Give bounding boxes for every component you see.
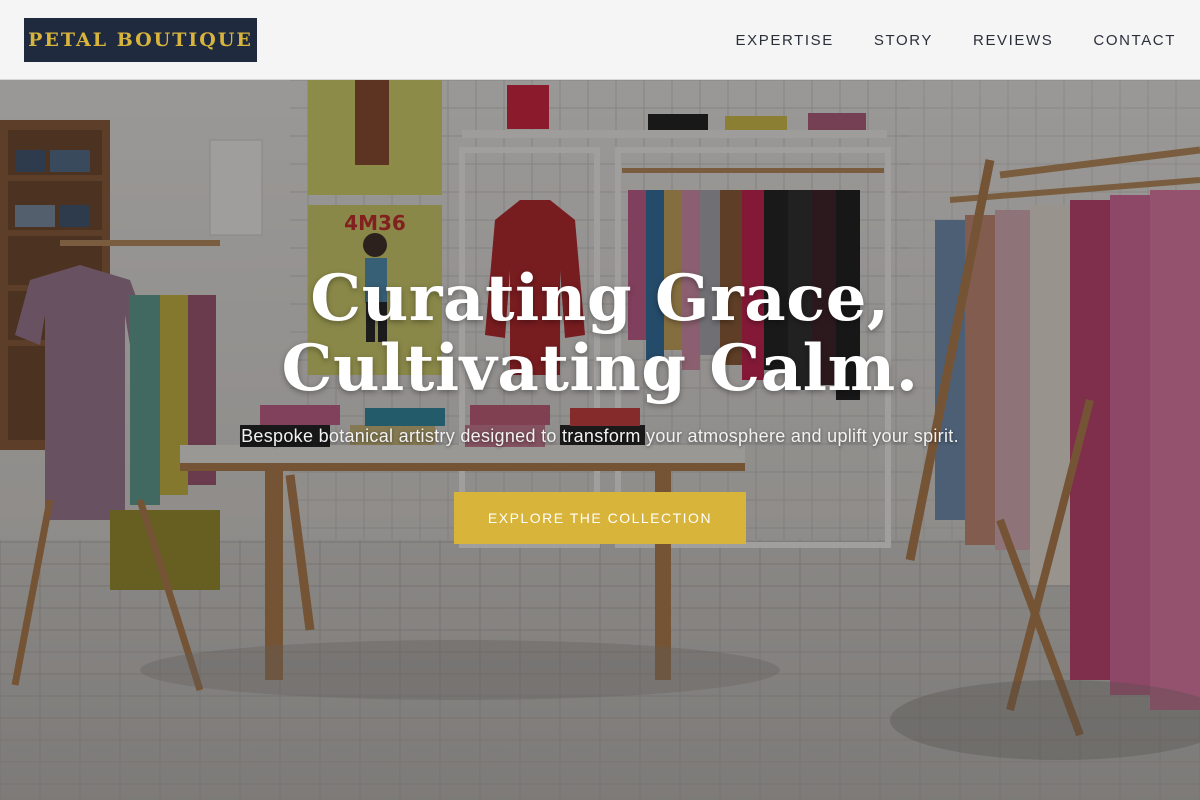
hero-section: 4M36 Curating Grace, Cultivating Calm. B… [0, 80, 1200, 800]
hero-headline-line-1: Curating Grace, [310, 261, 890, 336]
site-header: PETAL BOUTIQUE EXPERTISE STORY REVIEWS C… [0, 0, 1200, 80]
nav-story[interactable]: STORY [874, 32, 933, 49]
nav-contact[interactable]: CONTACT [1093, 32, 1176, 49]
hero-content: Curating Grace, Cultivating Calm. Bespok… [0, 80, 1200, 800]
hero-subtitle: Bespoke botanical artistry designed to t… [241, 426, 959, 446]
nav-reviews[interactable]: REVIEWS [973, 32, 1053, 49]
explore-collection-button[interactable]: EXPLORE THE COLLECTION [454, 492, 746, 544]
hero-headline-line-2: Cultivating Calm. [281, 331, 919, 406]
main-nav: EXPERTISE STORY REVIEWS CONTACT [696, 0, 1176, 80]
nav-expertise[interactable]: EXPERTISE [736, 32, 834, 49]
brand-logo[interactable]: PETAL BOUTIQUE [24, 18, 257, 62]
